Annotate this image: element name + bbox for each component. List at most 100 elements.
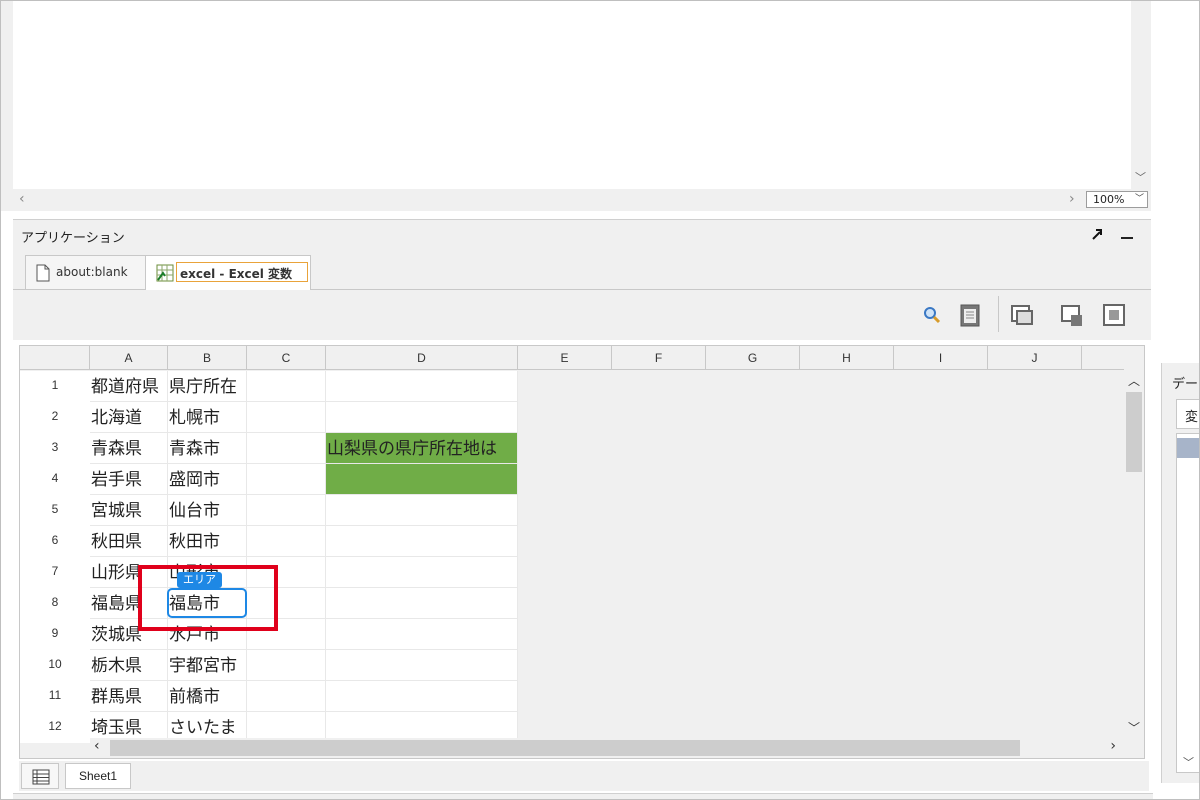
cell-d1[interactable]: [326, 371, 518, 402]
sheet-tab-sheet1[interactable]: Sheet1: [65, 763, 131, 789]
designer-canvas: ﹀ ‹ › 100% ﹀: [1, 1, 1151, 211]
sheet-list-button[interactable]: [21, 763, 59, 789]
cell-b6[interactable]: 秋田市: [168, 526, 247, 557]
column-header-row: A B C D E F G H I J: [20, 346, 1124, 370]
row-header[interactable]: 7: [20, 557, 90, 588]
cell-a4[interactable]: 岩手県: [90, 464, 168, 495]
cell-a5[interactable]: 宮城県: [90, 495, 168, 526]
row-header[interactable]: 8: [20, 588, 90, 619]
cell-b2[interactable]: 札幌市: [168, 402, 247, 433]
sheet-horizontal-scrollbar[interactable]: ‹ ›: [90, 738, 1124, 758]
cell-c1[interactable]: [247, 371, 326, 402]
row-header[interactable]: 11: [20, 681, 90, 712]
cell-d3[interactable]: 山梨県の県庁所在地は: [326, 433, 518, 464]
cell-d2[interactable]: [326, 402, 518, 433]
row-header[interactable]: 12: [20, 712, 90, 743]
cell-d4[interactable]: [326, 464, 518, 495]
sheet-vertical-scrollbar[interactable]: ︿ ﹀: [1124, 370, 1144, 736]
chevron-right-icon[interactable]: ›: [1110, 738, 1116, 754]
cell-c10[interactable]: [247, 650, 326, 681]
window-close-icon[interactable]: [1059, 302, 1085, 328]
cell-d7[interactable]: [326, 557, 518, 588]
cell-c5[interactable]: [247, 495, 326, 526]
spreadsheet[interactable]: A B C D E F G H I J 都道府県 県庁所在 北海道 札幌市 青森県 青森市…: [19, 345, 1145, 759]
undock-icon[interactable]: [1089, 226, 1105, 242]
page-icon: [36, 264, 50, 282]
cell-d9[interactable]: [326, 619, 518, 650]
column-header[interactable]: G: [706, 346, 800, 370]
canvas-horizontal-scrollbar[interactable]: ‹ › 100% ﹀: [13, 189, 1151, 211]
cell-grid: 都道府県 県庁所在 北海道 札幌市 青森県 青森市 山梨県の県庁所在地は岩手県 盛岡市 宮城県仙…: [90, 371, 518, 743]
cell-a1[interactable]: 都道府県: [90, 371, 168, 402]
scroll-left-icon[interactable]: ‹: [19, 191, 25, 207]
column-header[interactable]: B: [168, 346, 247, 370]
canvas-white-area[interactable]: [13, 1, 1131, 189]
cell-a3[interactable]: 青森県: [90, 433, 168, 464]
tab-about-blank[interactable]: about:blank: [25, 255, 147, 289]
cell-b4[interactable]: 盛岡市: [168, 464, 247, 495]
chevron-left-icon[interactable]: ‹: [94, 738, 100, 754]
cell-d6[interactable]: [326, 526, 518, 557]
cell-b11[interactable]: 前橋市: [168, 681, 247, 712]
cell-d10[interactable]: [326, 650, 518, 681]
table-icon: [32, 769, 50, 785]
window-capture-icon[interactable]: [1009, 302, 1035, 328]
select-all-corner[interactable]: [20, 346, 90, 370]
tab-label: about:blank: [56, 265, 128, 279]
scroll-thumb[interactable]: [110, 740, 1020, 756]
cell-b1[interactable]: 県庁所在: [168, 371, 247, 402]
element-inspect-icon[interactable]: [1101, 302, 1127, 328]
cell-d8[interactable]: [326, 588, 518, 619]
cell-d5[interactable]: [326, 495, 518, 526]
browser-toolbar: [13, 290, 1151, 340]
cell-c4[interactable]: [247, 464, 326, 495]
document-icon[interactable]: [957, 302, 983, 328]
chevron-up-icon[interactable]: ︿: [1128, 372, 1140, 389]
cell-b5[interactable]: 仙台市: [168, 495, 247, 526]
zoom-select[interactable]: 100% ﹀: [1086, 191, 1148, 208]
cell-b3[interactable]: 青森市: [168, 433, 247, 464]
column-header[interactable]: F: [612, 346, 706, 370]
cell-a6[interactable]: 秋田県: [90, 526, 168, 557]
chevron-down-icon[interactable]: ﹀: [1135, 169, 1146, 185]
canvas-vertical-scrollbar[interactable]: ﹀: [1131, 1, 1151, 189]
cell-a11[interactable]: 群馬県: [90, 681, 168, 712]
cell-c3[interactable]: [247, 433, 326, 464]
application-panel-header: アプリケーション: [13, 220, 1151, 250]
row-header[interactable]: 3: [20, 433, 90, 464]
cell-c6[interactable]: [247, 526, 326, 557]
cell-c11[interactable]: [247, 681, 326, 712]
row-header[interactable]: 9: [20, 619, 90, 650]
column-header[interactable]: E: [518, 346, 612, 370]
chevron-down-icon[interactable]: ﹀: [1128, 719, 1140, 736]
cell-a2[interactable]: 北海道: [90, 402, 168, 433]
row-header[interactable]: 1: [20, 371, 90, 402]
row-header[interactable]: 10: [20, 650, 90, 681]
cell-c2[interactable]: [247, 402, 326, 433]
column-header[interactable]: J: [988, 346, 1082, 370]
variables-tab[interactable]: 変: [1176, 399, 1199, 429]
chevron-down-icon[interactable]: ﹀: [1183, 754, 1194, 770]
column-header[interactable]: H: [800, 346, 894, 370]
cell-b10[interactable]: 宇都宮市: [168, 650, 247, 681]
cell-a10[interactable]: 栃木県: [90, 650, 168, 681]
column-header[interactable]: A: [90, 346, 168, 370]
selected-list-row[interactable]: [1177, 438, 1199, 458]
cell-d11[interactable]: [326, 681, 518, 712]
row-header[interactable]: 2: [20, 402, 90, 433]
highlight-annotation-box: [138, 565, 278, 631]
minimize-icon[interactable]: [1119, 226, 1135, 242]
row-header[interactable]: 4: [20, 464, 90, 495]
browser-tab-bar: about:blank excel - Excel 変数: [13, 250, 1151, 290]
scroll-thumb[interactable]: [1126, 392, 1142, 472]
search-icon[interactable]: [919, 302, 945, 328]
column-header[interactable]: C: [247, 346, 326, 370]
tab-excel[interactable]: excel - Excel 変数: [145, 255, 311, 290]
row-header[interactable]: 6: [20, 526, 90, 557]
column-header[interactable]: D: [326, 346, 518, 370]
column-header[interactable]: I: [894, 346, 988, 370]
toolbar-separator: [998, 296, 999, 332]
scroll-right-icon[interactable]: ›: [1069, 191, 1075, 207]
row-header[interactable]: 5: [20, 495, 90, 526]
data-panel: デー 変 ﹀: [1161, 363, 1199, 783]
